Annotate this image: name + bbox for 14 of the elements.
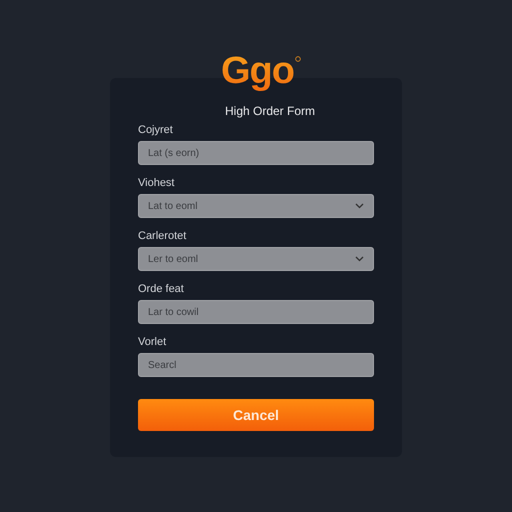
field-label: Cojyret — [138, 124, 174, 136]
input-field[interactable]: Searcl — [138, 353, 374, 377]
field-label: Orde feat — [138, 283, 185, 295]
chevron-down-icon — [355, 203, 364, 209]
form-title: High Order Form — [224, 104, 316, 118]
input-field[interactable]: Lar to cowil — [138, 300, 374, 324]
dropdown-field[interactable]: Ler to eoml — [138, 247, 374, 271]
field-label: Carlerotet — [138, 230, 188, 242]
input-field[interactable]: Lat (s eorn) — [138, 141, 374, 165]
dropdown-field[interactable]: Lat to eoml — [138, 194, 374, 218]
cancel-button[interactable]: Cancel — [138, 399, 374, 431]
field-label: Viohest — [138, 177, 176, 189]
chevron-down-icon — [355, 256, 364, 262]
field-label: Vorlet — [138, 336, 168, 348]
